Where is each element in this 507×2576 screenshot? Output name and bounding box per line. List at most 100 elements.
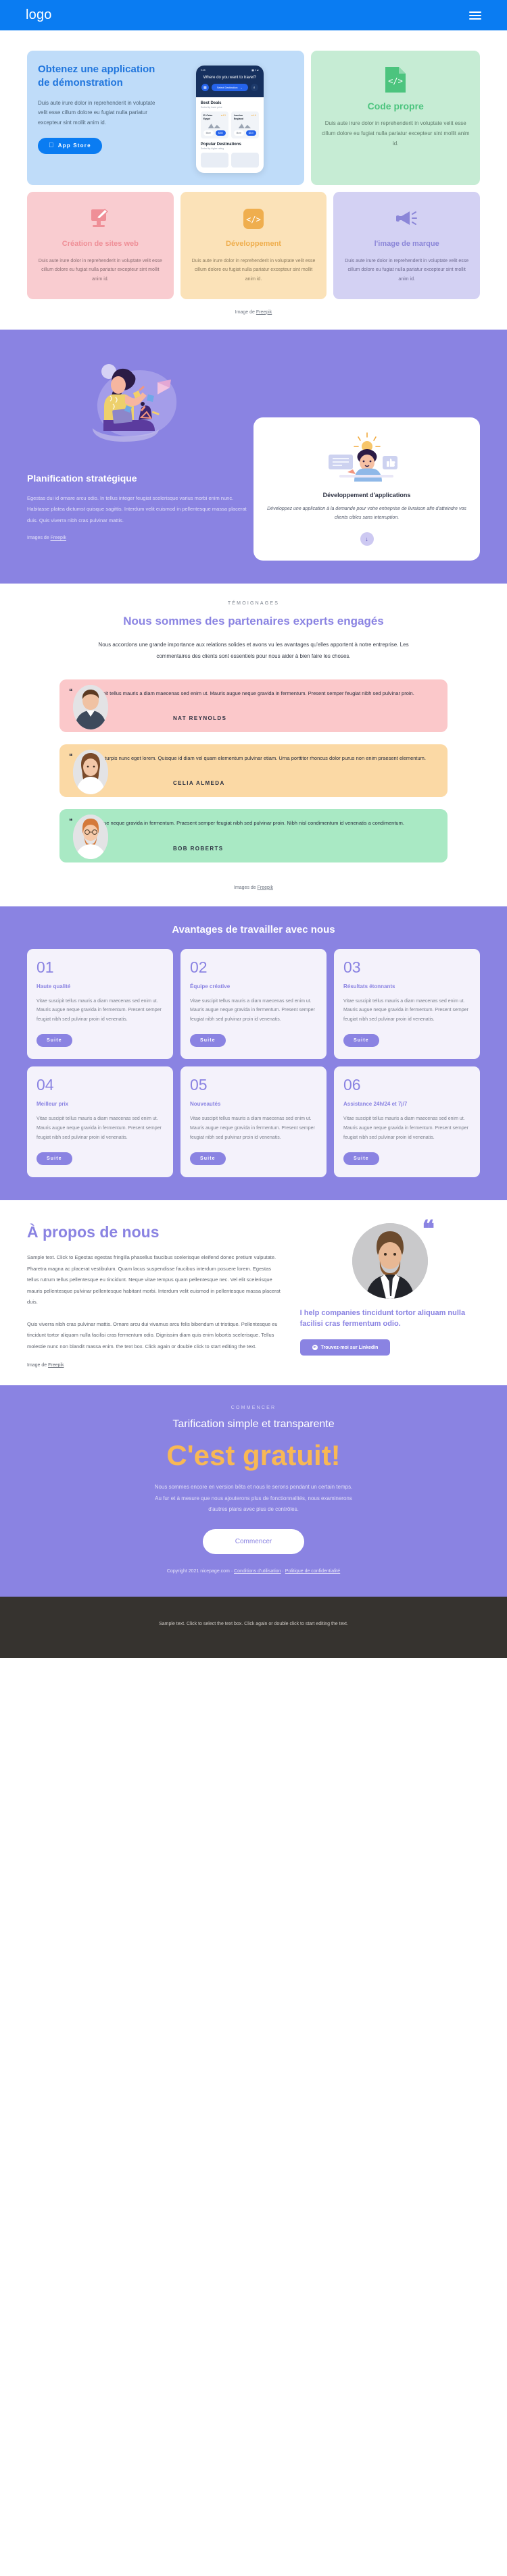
about-image-credit: Image de Freepik (27, 1363, 284, 1368)
logo[interactable]: logo (26, 7, 52, 23)
features-row-top: Obtenez une application de démonstration… (27, 51, 481, 186)
pricing-section: COMMENCER Tarification simple et transpa… (0, 1385, 507, 1597)
profile-photo (352, 1223, 428, 1299)
deal-more-button[interactable]: More (233, 130, 244, 136)
quotation-mark-icon: ❝ (422, 1217, 435, 1243)
demo-app-body: Duis aute irure dolor in reprehenderit i… (38, 99, 155, 126)
service-title: l'image de marque (374, 240, 439, 249)
advantage-body: Vitae suscipit tellus mauris a diam maec… (190, 998, 315, 1022)
app-dev-body: Développez une application à la demande … (267, 506, 466, 521)
idea-feedback-illustration (264, 430, 469, 485)
advantage-body: Vitae suscipit tellus mauris a diam maec… (190, 1116, 315, 1140)
svg-text:</>: </> (388, 76, 403, 86)
advantage-card: 01 Haute qualité Vitae suscipit tellus m… (27, 948, 173, 1060)
phone-grid-icon[interactable]: ▩ (201, 84, 209, 91)
freepik-link[interactable]: Freepik (48, 1363, 64, 1368)
advantage-card: 05 Nouveautés Vitae suscipit tellus maur… (180, 1066, 327, 1178)
phone-headline: Where do you want to travel? (203, 76, 256, 80)
advantage-title: Assistance 24h/24 et 7j/7 (343, 1101, 408, 1108)
advantage-card: 04 Meilleur prix Vitae suscipit tellus m… (27, 1066, 173, 1178)
copyright-bar: Copyright 2021 nicepage.com · Conditions… (27, 1569, 480, 1574)
service-body: Duis aute irure dolor in reprehenderit i… (345, 258, 469, 282)
advantages-grid: 01 Haute qualité Vitae suscipit tellus m… (27, 948, 480, 1178)
apple-icon:  (49, 142, 55, 149)
advantage-card: 02 Équipe créative Vitae suscipit tellus… (180, 948, 327, 1060)
popular-card[interactable] (200, 153, 228, 168)
svg-text:</>: </> (246, 215, 261, 224)
advantage-card: 06 Assistance 24h/24 et 7j/7 Vitae susci… (334, 1066, 480, 1178)
linkedin-button[interactable]: in Trouvez-moi sur LinkedIn (299, 1339, 391, 1356)
arrow-down-icon[interactable]: ↓ (360, 532, 374, 546)
testimonial-card: ❝ Vitae suscipit tellus mauris a diam ma… (59, 679, 448, 733)
advantage-more-button[interactable]: Suite (343, 1152, 379, 1166)
phone-popular-sub: Sorted by higher rating (200, 147, 224, 151)
pricing-highlight: C'est gratuit! (166, 1439, 341, 1472)
phone-popular-title: Popular Destinations (200, 143, 241, 147)
freepik-link[interactable]: Freepik (258, 885, 273, 890)
quote-open-icon: ❝ (69, 753, 73, 761)
phone-destination-select[interactable]: Select Destination ⌄ (211, 84, 248, 91)
demo-app-text: Obtenez une application de démonstration… (38, 63, 166, 173)
app-development-card: Développement d'applications Développez … (254, 417, 480, 561)
credit-prefix: Images de (234, 885, 258, 890)
terms-link[interactable]: Conditions d'utilisation (234, 1569, 281, 1574)
deal-price-button[interactable]: $210 (245, 130, 256, 136)
phone-search-icon[interactable]: ⌕ (250, 84, 258, 91)
about-paragraph-2: Quis viverra nibh cras pulvinar mattis. … (27, 1320, 278, 1349)
get-started-button[interactable]: Commencer (202, 1529, 305, 1555)
service-card-web-design: Création de sites web Duis aute irure do… (27, 192, 174, 299)
clean-code-card: </> Code propre Duis aute irure dolor in… (311, 51, 481, 186)
deal-city: London (233, 114, 243, 117)
about-headline: I help companies tincidunt tortor aliqua… (299, 1309, 466, 1329)
advantage-number: 04 (37, 1076, 54, 1094)
planning-image-credit: Images de Freepik (27, 536, 248, 540)
pricing-eyebrow: COMMENCER (231, 1406, 276, 1411)
app-store-button[interactable]:  App Store (38, 137, 102, 154)
advantage-body: Vitae suscipit tellus mauris a diam maec… (37, 1116, 162, 1140)
advantage-more-button[interactable]: Suite (343, 1034, 379, 1048)
credit-prefix: Image de (27, 1363, 49, 1368)
features-section: Obtenez une application de démonstration… (0, 30, 507, 330)
testimonial-quote: Mauris augue neque gravida in fermentum.… (78, 820, 404, 827)
freepik-link[interactable]: Freepik (256, 310, 272, 315)
deal-more-button[interactable]: More (203, 130, 214, 136)
testimonials-title: Nous sommes des partenaires experts enga… (123, 614, 384, 627)
deal-rating: 4.3 (222, 114, 226, 117)
site-header: logo (0, 0, 507, 30)
paintbrush-monitor-icon (37, 205, 164, 232)
advantage-number: 02 (190, 958, 208, 976)
phone-deal-card[interactable]: El Cairo Egypt ★4.3 More $350 (200, 111, 228, 139)
phone-deals-sub: Sorted by lower price (200, 106, 222, 109)
advantage-title: Équipe créative (190, 983, 231, 989)
avatar (73, 750, 108, 795)
testimonial-quote: Vitae suscipit tellus mauris a diam maec… (78, 690, 414, 697)
phone-deal-card[interactable]: London England ★4.6 More $210 (231, 111, 259, 139)
freepik-link[interactable]: Freepik (51, 536, 66, 540)
advantage-more-button[interactable]: Suite (190, 1034, 226, 1048)
privacy-link[interactable]: Politique de confidentialité (285, 1569, 340, 1574)
testimonials-lead: Nous accordons une grande importance aux… (98, 642, 409, 659)
quote-open-icon: ❝ (69, 688, 73, 696)
advantage-number: 01 (37, 958, 54, 976)
linkedin-icon: in (312, 1345, 318, 1351)
advantage-more-button[interactable]: Suite (37, 1034, 72, 1048)
advantage-title: Haute qualité (37, 983, 71, 989)
site-footer: Sample text. Click to select the text bo… (0, 1597, 507, 1659)
testimonials-image-credit: Images de Freepik (27, 875, 480, 893)
service-title: Création de sites web (62, 240, 139, 249)
testimonial-name: NAT REYNOLDS (173, 715, 227, 722)
deal-country: England (233, 117, 243, 120)
advantage-more-button[interactable]: Suite (37, 1152, 72, 1166)
phone-destination-label: Select Destination (216, 86, 238, 89)
phone-deals-title: Best Deals (200, 101, 222, 105)
deal-price-button[interactable]: $350 (215, 130, 226, 136)
testimonial-quote: Pharetra et turpis nunc eget lorem. Quis… (78, 755, 427, 762)
advantage-more-button[interactable]: Suite (190, 1152, 226, 1166)
popular-card[interactable] (231, 153, 259, 168)
hamburger-menu-icon[interactable] (469, 11, 481, 20)
deal-rating: 4.6 (253, 114, 256, 117)
pricing-title: Tarification simple et transparente (172, 1418, 335, 1431)
testimonial-card: ❝ Mauris augue neque gravida in fermentu… (59, 809, 448, 862)
chevron-down-icon: ⌄ (240, 86, 243, 89)
deal-city: El Cairo (203, 114, 213, 117)
